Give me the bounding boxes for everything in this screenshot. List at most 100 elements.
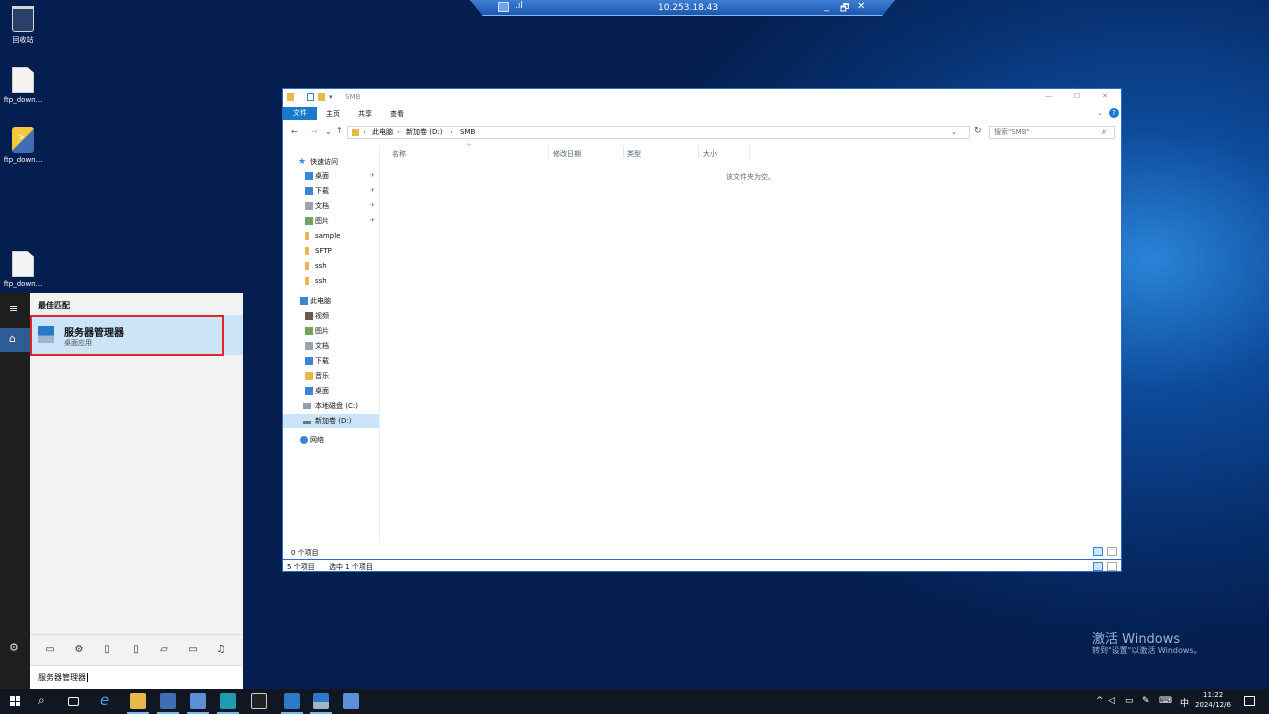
ime-indicator[interactable]: 中 <box>1180 696 1189 709</box>
nav-item-desktop[interactable]: 桌面 <box>283 384 379 398</box>
clock-time[interactable]: 11:22 <box>1203 691 1223 699</box>
settings-icon[interactable]: ⚙ <box>73 644 85 656</box>
refresh-icon[interactable]: ↻ <box>974 126 982 136</box>
tab-view[interactable]: 查看 <box>390 109 404 119</box>
nav-quick-access[interactable]: ★ 快速访问 <box>283 155 379 169</box>
keyboard-icon[interactable]: ⌨ <box>1159 696 1172 706</box>
large-icons-view-icon[interactable] <box>1107 562 1117 571</box>
help-icon[interactable]: ? <box>1109 108 1119 118</box>
notification-center-icon[interactable] <box>1244 696 1255 706</box>
desktop-icon-recycle-bin[interactable]: 回收站 <box>0 6 48 45</box>
column-divider[interactable] <box>698 146 699 158</box>
large-icons-view-icon[interactable] <box>1107 547 1117 556</box>
search-icon[interactable]: ⌕ <box>38 693 45 708</box>
nav-this-pc[interactable]: 此电脑 <box>283 294 379 308</box>
rdp-restore-button[interactable]: 🗗 <box>840 1 849 16</box>
customize-qa-icon[interactable]: ▾ <box>329 93 333 101</box>
music-icon[interactable]: ♫ <box>215 644 227 656</box>
nav-item-drive-d[interactable]: 新加卷 (D:) <box>283 414 379 428</box>
column-divider[interactable] <box>548 146 549 158</box>
back-icon[interactable]: ← <box>291 127 298 136</box>
recent-icon[interactable]: ⌄ <box>325 127 332 136</box>
best-match-result[interactable]: 服务器管理器 桌面应用 <box>30 315 243 356</box>
nav-item-downloads[interactable]: 下载 ✈ <box>283 184 379 198</box>
app-icon[interactable] <box>217 693 239 714</box>
maximize-button[interactable]: ☐ <box>1074 92 1080 100</box>
forward-icon[interactable]: → <box>311 127 318 136</box>
tab-share[interactable]: 共享 <box>358 109 372 119</box>
network-tray-icon[interactable]: ▭ <box>1125 696 1134 706</box>
desktop-icon-file[interactable]: ftp_down... <box>0 251 48 288</box>
app-icon[interactable] <box>157 693 179 714</box>
close-button[interactable]: ✕ <box>1102 92 1108 100</box>
new-folder-icon[interactable] <box>318 93 325 101</box>
ie-icon[interactable]: e <box>100 691 109 709</box>
task-view-icon[interactable] <box>68 697 79 706</box>
breadcrumb-this-pc[interactable]: 此电脑 <box>372 127 393 138</box>
volume-icon[interactable]: ◁ <box>1108 696 1115 706</box>
column-header-name[interactable]: 名称 <box>392 149 406 159</box>
apps-icon[interactable]: ▭ <box>44 644 56 656</box>
rdp-minimize-button[interactable]: _ <box>824 1 829 12</box>
column-header-type[interactable]: 类型 <box>627 149 641 159</box>
nav-item-pictures[interactable]: 图片 <box>283 324 379 338</box>
column-header-date[interactable]: 修改日期 <box>553 149 581 159</box>
file-explorer-icon[interactable] <box>127 693 149 714</box>
nav-item-drive-c[interactable]: 本地磁盘 (C:) <box>283 399 379 413</box>
tab-home[interactable]: 主页 <box>326 109 340 119</box>
server-manager-icon[interactable] <box>310 693 332 714</box>
nav-item-videos[interactable]: 视频 <box>283 309 379 323</box>
up-icon[interactable]: ↑ <box>336 126 343 135</box>
properties-icon[interactable] <box>307 93 314 101</box>
nav-item-folder[interactable]: ssh <box>283 274 379 288</box>
start-search-box[interactable]: 服务器管理器 <box>30 665 243 689</box>
nav-item-pictures[interactable]: 图片 ✈ <box>283 214 379 228</box>
minimize-button[interactable]: — <box>1045 92 1052 100</box>
show-hidden-icons-icon[interactable]: ^ <box>1096 696 1104 706</box>
app-icon[interactable] <box>281 693 303 714</box>
address-bar[interactable]: › 此电脑 › 新加卷 (D:) › SMB ⌄ <box>347 126 970 139</box>
menu-icon[interactable]: ≡ <box>9 302 18 315</box>
search-input[interactable]: 搜索"SMB" <box>989 126 1115 139</box>
nav-item-desktop[interactable]: 桌面 ✈ <box>283 169 379 183</box>
rdp-close-button[interactable]: ✕ <box>857 1 865 12</box>
start-icon[interactable] <box>10 696 20 706</box>
nav-item-documents[interactable]: 文档 <box>283 339 379 353</box>
nav-item-folder[interactable]: SFTP <box>283 244 379 258</box>
nav-label: 图片 <box>315 327 329 335</box>
documents-icon[interactable]: ▯ <box>101 644 113 656</box>
column-divider[interactable] <box>623 146 624 158</box>
breadcrumb-drive-d[interactable]: 新加卷 (D:) <box>406 127 442 138</box>
terminal-icon[interactable] <box>251 693 267 709</box>
search-icon[interactable]: ⌕ <box>1102 127 1106 137</box>
videos-icon[interactable]: ▭ <box>187 644 199 656</box>
address-dropdown-icon[interactable]: ⌄ <box>951 127 957 138</box>
pin-icon[interactable] <box>498 2 509 12</box>
clock-date[interactable]: 2024/12/6 <box>1195 701 1231 709</box>
pen-icon[interactable]: ✎ <box>1142 696 1150 706</box>
details-view-icon[interactable] <box>1093 547 1103 556</box>
expand-ribbon-icon[interactable]: ⌄ <box>1097 109 1103 117</box>
nav-item-music[interactable]: 音乐 <box>283 369 379 383</box>
desktop-icon-file[interactable]: ftp_down... <box>0 67 48 104</box>
nav-item-downloads[interactable]: 下载 <box>283 354 379 368</box>
result-subtitle: 桌面应用 <box>64 339 92 347</box>
desktop-icon-python[interactable]: > ftp_down... <box>0 127 48 164</box>
column-divider[interactable] <box>749 146 750 158</box>
tab-file[interactable]: 文件 <box>283 107 317 120</box>
nav-network[interactable]: 网络 <box>283 433 379 447</box>
network-icon[interactable] <box>187 693 209 714</box>
folders-icon[interactable]: ▯ <box>130 644 142 656</box>
photos-icon[interactable]: ▱ <box>158 644 170 656</box>
navigation-pane: ★ 快速访问 桌面 ✈ 下载 ✈ 文档 ✈ 图片 ✈ sample SFTP s… <box>283 145 380 543</box>
settings-icon[interactable]: ⚙ <box>9 641 19 654</box>
network-icon[interactable] <box>343 693 359 709</box>
nav-item-folder[interactable]: sample <box>283 229 379 243</box>
details-view-icon[interactable] <box>1093 562 1103 571</box>
column-header-size[interactable]: 大小 <box>703 149 717 159</box>
home-tab[interactable]: ⌂ <box>0 328 30 352</box>
breadcrumb-smb[interactable]: SMB <box>460 127 475 138</box>
nav-item-folder[interactable]: ssh <box>283 259 379 273</box>
computer-icon <box>300 297 308 305</box>
nav-item-documents[interactable]: 文档 ✈ <box>283 199 379 213</box>
